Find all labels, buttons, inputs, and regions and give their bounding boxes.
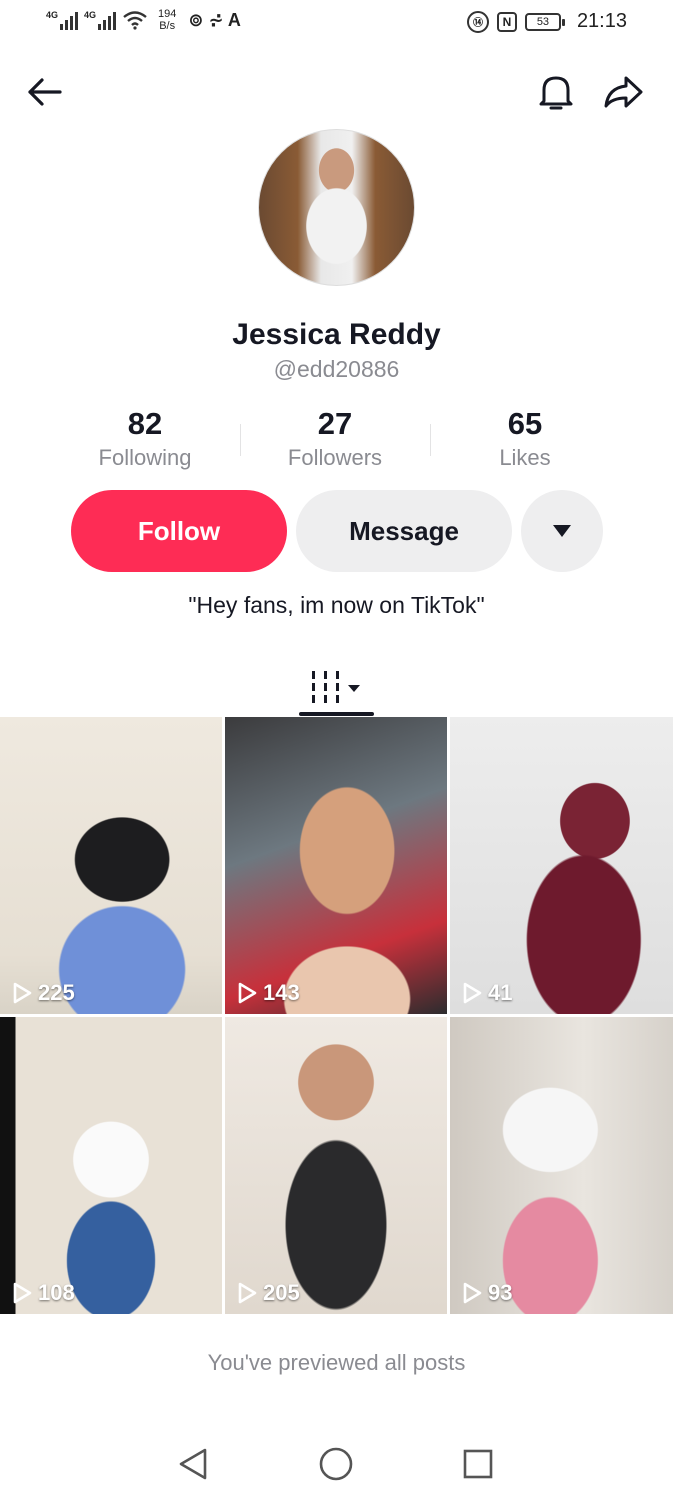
stat-followers[interactable]: 27 Followers xyxy=(240,404,430,472)
stat-following-value: 82 xyxy=(127,406,163,441)
video-grid: 225 143 41 108 205 93 xyxy=(0,717,673,1314)
username: @edd20886 xyxy=(273,356,400,382)
square-recents-icon xyxy=(463,1449,493,1479)
view-count: 225 xyxy=(12,980,75,1006)
profile-bio: "Hey fans, im now on TikTok" xyxy=(188,592,485,618)
status-right: ⑭ N 53 21:13 xyxy=(466,10,627,33)
end-of-posts-note: You've previewed all posts xyxy=(207,1350,466,1375)
system-recents-button[interactable] xyxy=(458,1444,498,1484)
system-home-button[interactable] xyxy=(316,1444,356,1484)
video-thumbnail[interactable]: 93 xyxy=(450,1017,673,1314)
wifi-icon xyxy=(123,11,147,30)
status-left: 4G 4G 194 B/s ⊚ ⩫ A xyxy=(46,8,241,32)
arrow-left-icon xyxy=(28,78,62,106)
view-count: 143 xyxy=(237,980,300,1006)
notification-bell-button[interactable] xyxy=(534,70,578,114)
signal-2-icon: 4G xyxy=(84,10,116,30)
tab-active-indicator xyxy=(299,712,374,716)
signal-1-tag: 4G xyxy=(46,10,59,20)
view-count: 205 xyxy=(237,1280,300,1306)
video-thumbnail[interactable]: 225 xyxy=(0,717,222,1014)
view-count-value: 225 xyxy=(38,980,75,1005)
view-count-value: 108 xyxy=(38,1280,75,1305)
video-thumbnail[interactable]: 41 xyxy=(450,717,673,1014)
signal-1-icon: 4G xyxy=(46,10,78,30)
view-count-value: 41 xyxy=(488,980,513,1005)
video-thumbnail[interactable]: 205 xyxy=(225,1017,447,1314)
display-name: Jessica Reddy xyxy=(232,318,441,351)
video-thumbnail[interactable]: 108 xyxy=(0,1017,222,1314)
net-speed: 194 B/s xyxy=(158,8,176,32)
clock: 21:13 xyxy=(576,10,627,32)
follow-button[interactable]: Follow xyxy=(71,490,287,572)
battery-icon: 53 xyxy=(524,12,565,31)
play-outline-icon xyxy=(463,982,482,1004)
view-count: 41 xyxy=(462,980,512,1006)
signal-2-tag: 4G xyxy=(84,10,97,20)
more-options-button[interactable] xyxy=(521,490,603,572)
status-bar: 4G 4G 194 B/s ⊚ ⩫ A ⑭ N 53 21:13 xyxy=(0,0,673,44)
tab-videos[interactable] xyxy=(298,656,374,718)
stat-followers-label: Followers xyxy=(287,445,383,470)
stat-followers-value: 27 xyxy=(317,406,353,441)
notification-icons: ⊚ ⩫ A xyxy=(188,9,241,30)
play-outline-icon xyxy=(13,1282,32,1304)
volte-icon: ⑭ xyxy=(466,10,489,33)
view-count: 93 xyxy=(462,1280,512,1306)
battery-level: 53 xyxy=(536,15,550,28)
view-count-value: 205 xyxy=(263,1280,300,1305)
play-outline-icon xyxy=(463,1282,482,1304)
system-navigation-bar xyxy=(0,1430,673,1500)
system-back-button[interactable] xyxy=(173,1444,213,1484)
play-outline-icon xyxy=(13,982,32,1004)
circle-home-icon xyxy=(319,1447,353,1481)
net-speed-unit: B/s xyxy=(159,20,176,32)
nfc-icon: N xyxy=(496,11,517,32)
stat-following-label: Following xyxy=(98,445,192,470)
profile-avatar[interactable] xyxy=(258,129,415,286)
message-button[interactable]: Message xyxy=(296,490,512,572)
play-outline-icon xyxy=(238,982,257,1004)
stat-following[interactable]: 82 Following xyxy=(50,404,240,472)
stat-likes-value: 65 xyxy=(507,406,543,441)
back-button[interactable] xyxy=(22,70,66,114)
play-outline-icon xyxy=(238,1282,257,1304)
grid-icon xyxy=(312,671,360,703)
video-thumbnail[interactable]: 143 xyxy=(225,717,447,1014)
triangle-back-icon xyxy=(179,1448,207,1480)
view-count-value: 143 xyxy=(263,980,300,1005)
view-count: 108 xyxy=(12,1280,75,1306)
caret-down-icon xyxy=(553,525,571,537)
net-speed-value: 194 xyxy=(158,8,177,20)
profile-actions: Follow Message xyxy=(71,490,603,572)
profile-stats: 82 Following 27 Followers 65 Likes xyxy=(50,404,620,472)
stat-likes[interactable]: 65 Likes xyxy=(430,404,620,472)
bell-icon xyxy=(539,76,573,110)
share-button[interactable] xyxy=(601,70,645,114)
share-arrow-icon xyxy=(604,76,643,108)
view-count-value: 93 xyxy=(488,1280,513,1305)
stat-likes-label: Likes xyxy=(499,445,551,470)
